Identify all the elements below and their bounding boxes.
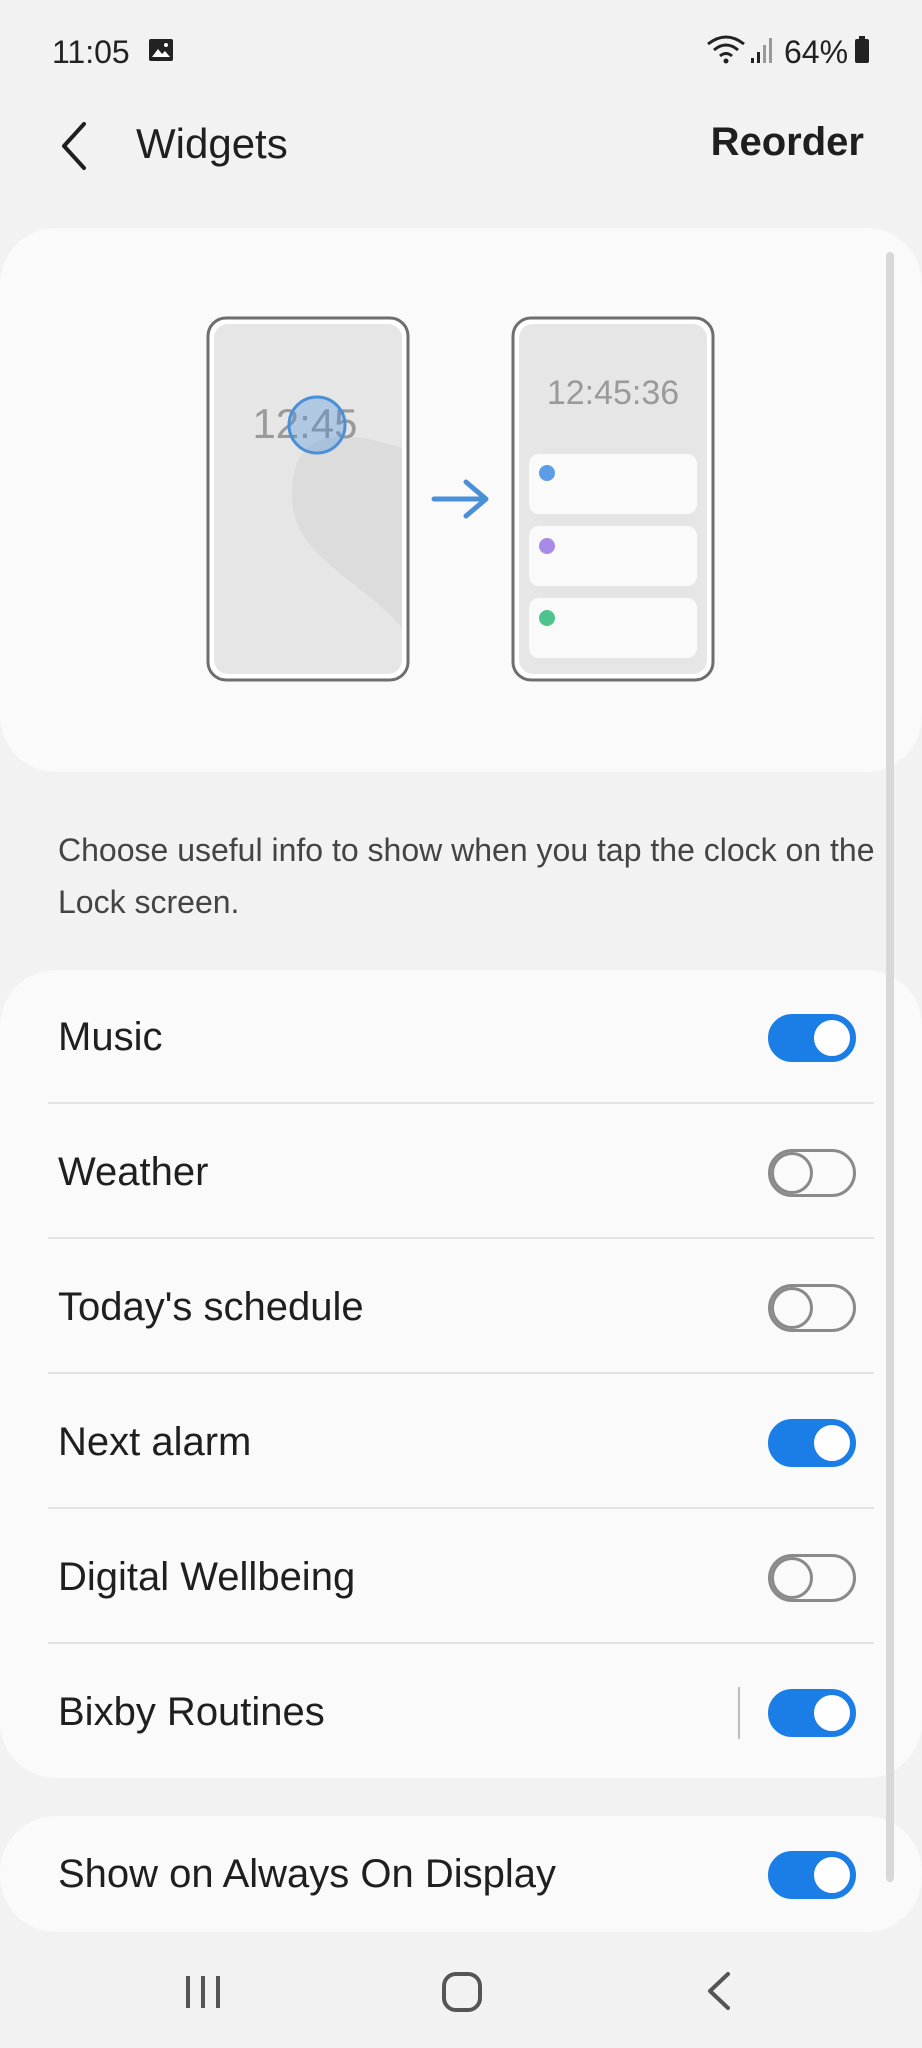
bixby-routines-toggle[interactable] <box>768 1689 856 1737</box>
aod-card: Show on Always On Display <box>0 1816 922 1932</box>
digital-wellbeing-toggle[interactable] <box>768 1554 856 1602</box>
widget-label: Digital Wellbeing <box>58 1555 356 1599</box>
toggle-knob <box>811 1854 853 1896</box>
back-button[interactable] <box>48 116 108 176</box>
widget-label: Today's schedule <box>58 1285 364 1329</box>
aod-label: Show on Always On Display <box>58 1852 557 1896</box>
widget-dot-blue <box>539 465 555 481</box>
back-icon[interactable] <box>700 1968 740 2014</box>
todays-schedule-toggle[interactable] <box>768 1284 856 1332</box>
tap-indicator <box>287 395 347 455</box>
toggle-knob <box>771 1152 813 1194</box>
toggle-knob <box>811 1692 853 1734</box>
divider <box>48 1102 874 1104</box>
arrow-right-icon <box>431 479 489 519</box>
widget-row-music[interactable]: Music <box>0 970 922 1104</box>
phone-after-illustration: 12:45:36 <box>511 316 715 682</box>
app-bar: Widgets Reorder <box>0 104 922 204</box>
vertical-separator <box>738 1687 740 1739</box>
scrollbar[interactable] <box>886 252 894 1882</box>
clock-right: 12:45:36 <box>547 374 679 412</box>
home-icon[interactable] <box>440 1970 484 2014</box>
music-toggle[interactable] <box>768 1014 856 1062</box>
weather-toggle[interactable] <box>768 1149 856 1197</box>
chevron-left-icon <box>62 122 86 170</box>
toggle-knob <box>771 1287 813 1329</box>
status-time: 11:05 <box>52 34 130 70</box>
widget-row-weather[interactable]: Weather <box>0 1105 922 1239</box>
toggle-knob <box>811 1017 853 1059</box>
phone-before-illustration: 12:45 <box>206 316 410 682</box>
description-text: Choose useful info to show when you tap … <box>58 832 875 920</box>
widgets-list: Music Weather Today's schedule Next alar… <box>0 970 922 1778</box>
next-alarm-toggle[interactable] <box>768 1419 856 1467</box>
divider <box>48 1237 874 1239</box>
reorder-button[interactable]: Reorder <box>711 120 864 165</box>
widget-row-digital-wellbeing[interactable]: Digital Wellbeing <box>0 1510 922 1644</box>
toggle-knob <box>771 1557 813 1599</box>
widget-row-bixby-routines[interactable]: Bixby Routines <box>0 1645 922 1779</box>
lock-screen-illustration: 12:45 12:45:36 <box>206 316 715 682</box>
recent-apps-icon[interactable] <box>180 1972 226 2012</box>
widget-label: Music <box>58 1015 163 1059</box>
wifi-icon <box>707 35 745 64</box>
battery-percent: 64% <box>784 34 849 70</box>
widget-dot-purple <box>539 538 555 554</box>
page-title: Widgets <box>136 120 288 167</box>
widget-label: Next alarm <box>58 1420 252 1464</box>
widget-row-todays-schedule[interactable]: Today's schedule <box>0 1240 922 1374</box>
navigation-bar <box>0 1932 922 2048</box>
signal-icon <box>751 38 772 63</box>
widget-label: Bixby Routines <box>58 1690 325 1734</box>
status-bar: 11:05 64% <box>0 0 922 104</box>
aod-toggle[interactable] <box>768 1851 856 1899</box>
divider <box>48 1507 874 1509</box>
widget-dot-green <box>539 610 555 626</box>
widget-row-next-alarm[interactable]: Next alarm <box>0 1375 922 1509</box>
illustration-card: 12:45 12:45:36 <box>0 228 922 772</box>
battery-icon <box>855 36 869 63</box>
toggle-knob <box>811 1422 853 1464</box>
aod-row[interactable]: Show on Always On Display <box>0 1807 922 1941</box>
divider <box>48 1372 874 1374</box>
divider <box>48 1642 874 1644</box>
widget-label: Weather <box>58 1150 209 1194</box>
gallery-icon <box>149 39 173 61</box>
